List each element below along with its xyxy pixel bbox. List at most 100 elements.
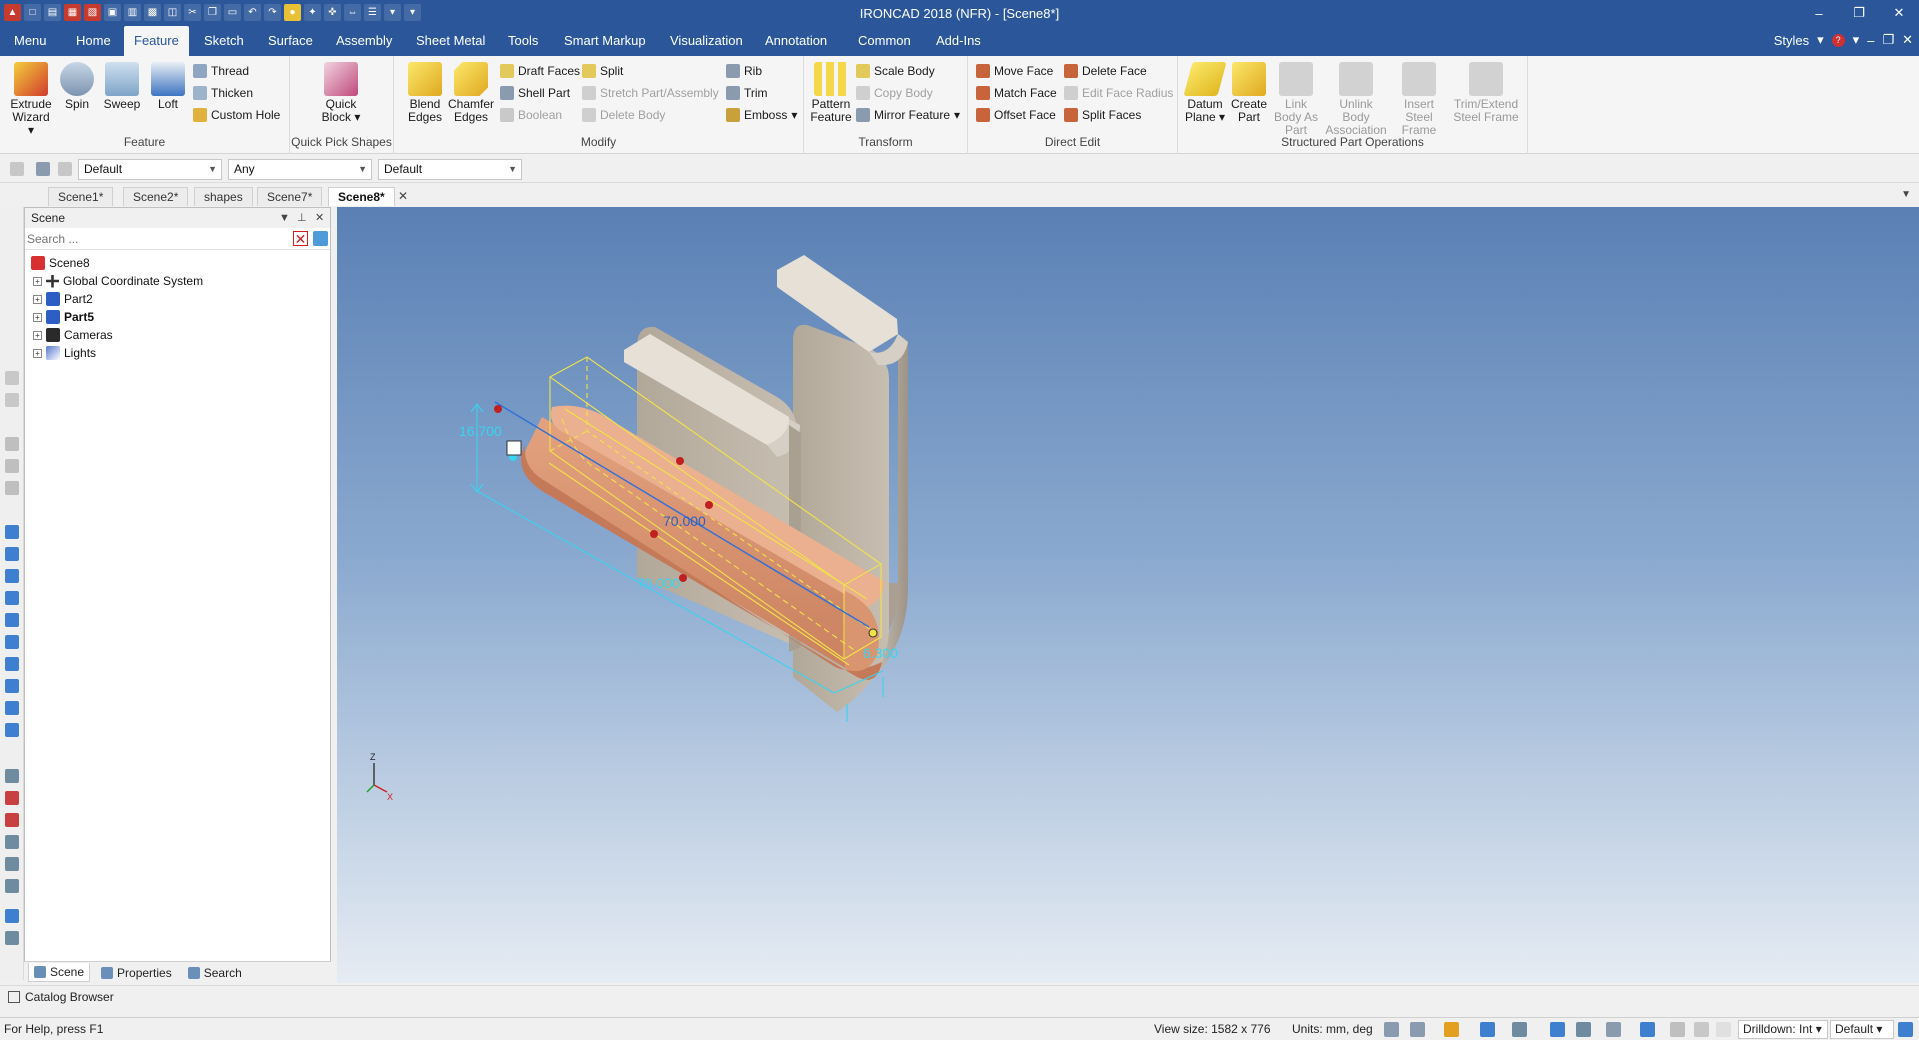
tool-3-icon[interactable] — [5, 437, 19, 451]
ribbon-close-icon[interactable]: ✕ — [1902, 32, 1913, 48]
tree-item-global-coordinate-system[interactable]: + Global Coordinate System — [33, 272, 203, 290]
extrude-wizard-button[interactable]: Extrude Wizard ▾ — [8, 62, 54, 137]
length-top-dimension-label[interactable]: 70.000 — [663, 513, 706, 529]
blend-edges-button[interactable]: Blend Edges — [402, 62, 448, 124]
material-combo[interactable]: Default ▼ — [378, 159, 522, 180]
minimize-button[interactable]: – — [1799, 0, 1839, 26]
tool-18-icon[interactable] — [5, 813, 19, 827]
tool-14-icon[interactable] — [5, 701, 19, 715]
doc-tab-shapes[interactable]: shapes — [194, 187, 253, 206]
loft-button[interactable]: Loft — [145, 62, 191, 111]
tree-item-part5[interactable]: + Part5 — [33, 308, 94, 326]
ribbon-minimize-icon[interactable]: – — [1867, 33, 1874, 48]
move-view-icon[interactable] — [1512, 1022, 1527, 1037]
split-faces-button[interactable]: Split Faces — [1064, 106, 1141, 124]
delete-face-button[interactable]: Delete Face — [1064, 62, 1147, 80]
thickness-dimension-label[interactable]: 6.300 — [863, 645, 898, 661]
clear-search-icon[interactable]: ✕ — [293, 231, 308, 247]
datum-plane-button[interactable]: Datum Plane ▾ — [1182, 62, 1228, 124]
draft-faces-button[interactable]: Draft Faces — [500, 62, 580, 80]
copy-body-button[interactable]: Copy Body — [856, 84, 933, 102]
tree-item-part2[interactable]: + Part2 — [33, 290, 93, 308]
tabs-dropdown-icon[interactable]: ▼ — [1901, 189, 1911, 200]
tree-item-lights[interactable]: + Lights — [33, 344, 96, 362]
rib-button[interactable]: Rib — [726, 62, 762, 80]
zoom-icon[interactable] — [1384, 1022, 1399, 1037]
pointer-mode-icon[interactable] — [1694, 1022, 1709, 1037]
tool-8-icon[interactable] — [5, 569, 19, 583]
create-part-button[interactable]: Create Part — [1226, 62, 1272, 124]
split-button[interactable]: Split — [582, 62, 623, 80]
tab-smart-markup[interactable]: Smart Markup — [554, 26, 656, 56]
height-dimension-label[interactable]: 16.700 — [459, 423, 502, 439]
delete-body-button[interactable]: Delete Body — [582, 106, 665, 124]
expand-icon[interactable]: + — [33, 294, 42, 304]
doc-tab-scene8[interactable]: Scene8* — [328, 187, 395, 206]
tool-23-icon[interactable] — [5, 931, 19, 945]
tool-15-icon[interactable] — [5, 723, 19, 737]
selection-filter-icon[interactable] — [10, 162, 24, 176]
boolean-button[interactable]: Boolean — [500, 106, 562, 124]
tab-assembly[interactable]: Assembly — [326, 26, 402, 56]
length-bottom-dimension-label[interactable]: 70.000 — [637, 575, 680, 591]
triball-anchor-icon[interactable] — [506, 440, 522, 456]
mirror-feature-button[interactable]: Mirror Feature ▾ — [856, 106, 960, 124]
pointer-icon[interactable] — [36, 162, 50, 176]
custom-hole-button[interactable]: Custom Hole — [193, 106, 280, 124]
select-mode-icon[interactable] — [1716, 1022, 1731, 1037]
expand-icon[interactable]: + — [33, 330, 42, 340]
close-button[interactable]: ✕ — [1879, 0, 1919, 26]
zoom-window-icon[interactable] — [1410, 1022, 1425, 1037]
tool-19-icon[interactable] — [5, 835, 19, 849]
render-mode-icon[interactable] — [1550, 1022, 1565, 1037]
visibility-icon[interactable] — [1576, 1022, 1591, 1037]
view-select-icon[interactable] — [58, 162, 72, 176]
close-tab-icon[interactable]: ✕ — [398, 189, 408, 203]
tool-9-icon[interactable] — [5, 591, 19, 605]
tab-menu[interactable]: Menu — [4, 26, 57, 56]
stretch-part-button[interactable]: Stretch Part/Assembly — [582, 84, 719, 102]
match-face-button[interactable]: Match Face — [976, 84, 1057, 102]
tool-4-icon[interactable] — [5, 459, 19, 473]
panel-tab-properties[interactable]: Properties — [96, 963, 177, 982]
tool-7-icon[interactable] — [5, 547, 19, 561]
thicken-button[interactable]: Thicken — [193, 84, 253, 102]
panel-tab-search[interactable]: Search — [183, 963, 247, 982]
styles-dropdown-icon[interactable]: ▾ — [1817, 32, 1824, 48]
shell-part-button[interactable]: Shell Part — [500, 84, 570, 102]
settings-icon[interactable] — [1898, 1022, 1913, 1037]
ribbon-restore-icon[interactable]: ❐ — [1882, 32, 1894, 48]
spin-button[interactable]: Spin — [54, 62, 100, 111]
unlink-body-button[interactable]: Unlink Body Association — [1324, 62, 1388, 137]
sweep-button[interactable]: Sweep — [99, 62, 145, 111]
tab-visualization[interactable]: Visualization — [660, 26, 753, 56]
trim-extend-steel-frame-button[interactable]: Trim/Extend Steel Frame — [1450, 62, 1522, 124]
tool-16-icon[interactable] — [5, 769, 19, 783]
chamfer-edges-button[interactable]: Chamfer Edges — [448, 62, 494, 124]
tab-sheet-metal[interactable]: Sheet Metal — [406, 26, 495, 56]
tab-common[interactable]: Common — [848, 26, 921, 56]
view-orient-icon[interactable] — [1444, 1022, 1459, 1037]
tool-13-icon[interactable] — [5, 679, 19, 693]
section-icon[interactable] — [1640, 1022, 1655, 1037]
quick-block-button[interactable]: Quick Block ▾ — [318, 62, 364, 124]
standard-view-icon[interactable] — [1480, 1022, 1495, 1037]
tool-21-icon[interactable] — [5, 879, 19, 893]
style-combo[interactable]: Default ▼ — [78, 159, 222, 180]
tool-12-icon[interactable] — [5, 657, 19, 671]
tab-tools[interactable]: Tools — [498, 26, 548, 56]
display-icon[interactable] — [1606, 1022, 1621, 1037]
catalog-browser-bar[interactable]: Catalog Browser — [0, 985, 1919, 1007]
link-body-button[interactable]: Link Body As Part — [1270, 62, 1322, 137]
tool-22-icon[interactable] — [5, 909, 19, 923]
tree-item-cameras[interactable]: + Cameras — [33, 326, 113, 344]
expand-icon[interactable]: + — [33, 276, 42, 286]
doc-tab-scene7[interactable]: Scene7* — [257, 187, 323, 206]
tab-add-ins[interactable]: Add-Ins — [926, 26, 991, 56]
scale-body-button[interactable]: Scale Body — [856, 62, 935, 80]
tab-feature[interactable]: Feature — [124, 26, 189, 56]
panel-close-icon[interactable]: ✕ — [315, 208, 324, 228]
restore-button[interactable]: ❐ — [1839, 0, 1879, 26]
scene-search-input[interactable] — [27, 230, 291, 248]
expand-icon[interactable]: + — [33, 348, 42, 358]
